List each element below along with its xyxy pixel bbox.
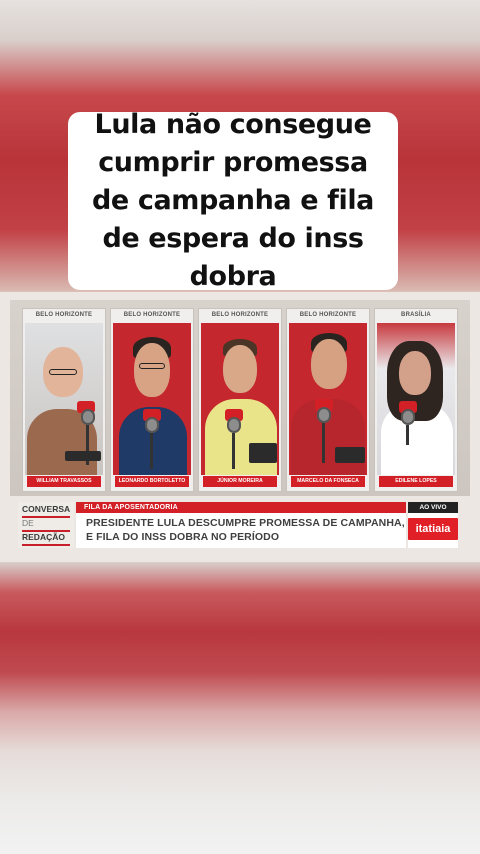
participant-video [289,323,367,475]
caption-card: Lula não consegue cumprir promessa de ca… [68,109,398,292]
program-line-2: DE [22,518,34,528]
itatiaia-logo: itatiaia [408,518,458,540]
blurred-background [0,562,480,854]
participant-name: EDILENE LOPES [379,476,453,487]
participant-video [201,323,279,475]
panel-location: BELO HORIZONTE [35,312,93,318]
microphone-icon [81,409,95,425]
live-indicator: AO VIVO itatiaia [408,502,458,548]
participant-name: MARCELO DA FONSECA [291,476,365,487]
participant-name: LEONARDO BORTOLETTO [115,476,189,487]
panel-location: BRASÍLIA [401,312,431,318]
panel-location: BELO HORIZONTE [299,312,357,318]
participant-video [377,323,455,475]
microphone-icon [401,409,415,425]
caption-text: Lula não consegue cumprir promessa de ca… [92,109,374,292]
lower-third: CONVERSA DE REDAÇÃO FILA DA APOSENTADORI… [18,498,462,552]
participant-panel: BELO HORIZONTE MARCELO DA FONSECA [286,308,370,492]
program-line-1: CONVERSA [22,504,71,514]
participant-panel: BELO HORIZONTE WILLIAM TRAVASSOS [22,308,106,492]
topic-tag: FILA DA APOSENTADORIA [76,502,406,513]
panel-location: BELO HORIZONTE [211,312,269,318]
headline-line-1: PRESIDENTE LULA DESCUMPRE PROMESSA DE CA… [86,517,405,529]
participant-panels: BELO HORIZONTE WILLIAM TRAVASSOS BELO HO… [22,308,458,492]
headline-line-2: E FILA DO INSS DOBRA NO PERÍODO [86,531,280,543]
participant-panel: BELO HORIZONTE LEONARDO BORTOLETTO [110,308,194,492]
microphone-icon [317,407,331,423]
microphone-icon [145,417,159,433]
participant-name: JÚNIOR MOREIRA [203,476,277,487]
program-line-3: REDAÇÃO [22,532,65,542]
microphone-icon [227,417,241,433]
participant-panel: BRASÍLIA EDILENE LOPES [374,308,458,492]
participant-name: WILLIAM TRAVASSOS [27,476,101,487]
live-label: AO VIVO [408,502,458,513]
panel-location: BELO HORIZONTE [123,312,181,318]
headline: PRESIDENTE LULA DESCUMPRE PROMESSA DE CA… [76,513,406,548]
participant-video [113,323,191,475]
program-brand: CONVERSA DE REDAÇÃO [18,502,74,548]
participant-video [25,323,103,475]
video-frame[interactable]: BELO HORIZONTE WILLIAM TRAVASSOS BELO HO… [0,292,480,562]
participant-panel: BELO HORIZONTE JÚNIOR MOREIRA [198,308,282,492]
